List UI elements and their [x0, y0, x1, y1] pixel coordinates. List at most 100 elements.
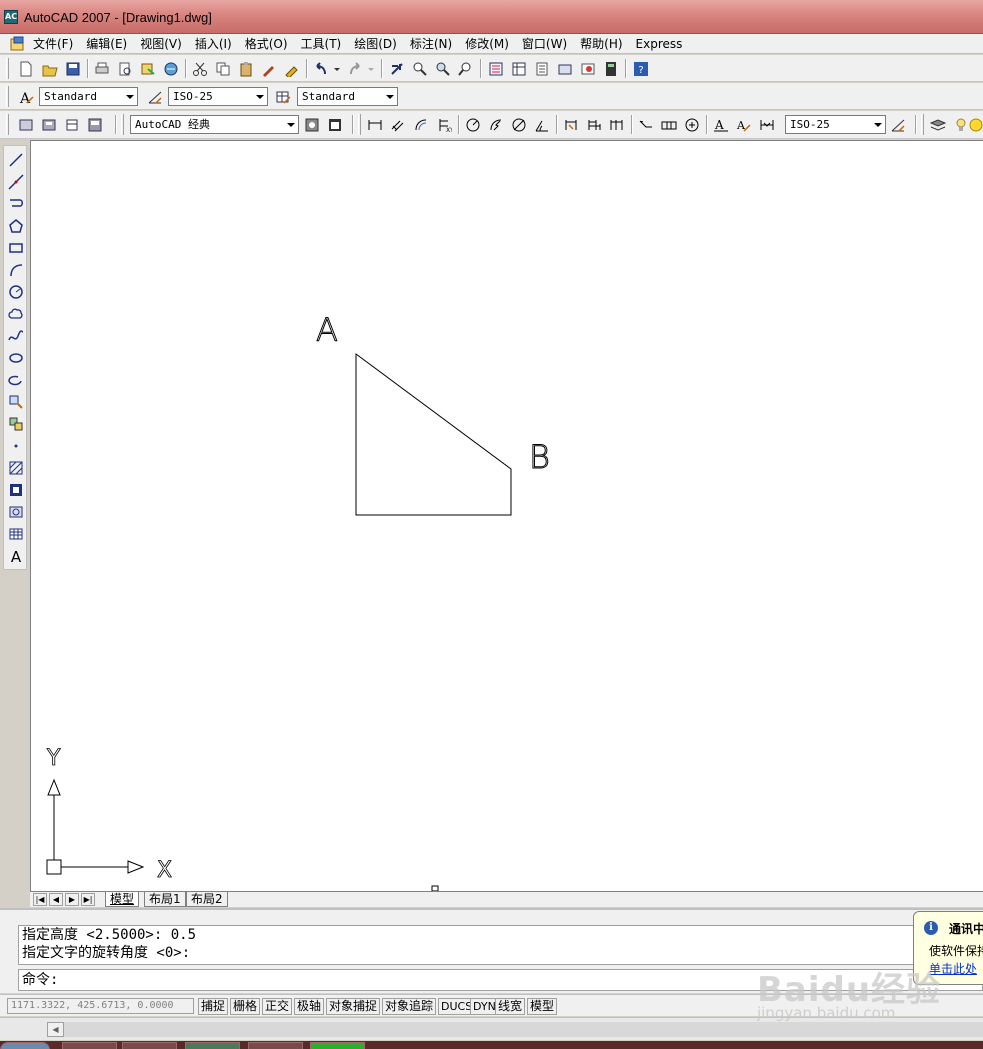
dimension-style-manager-icon[interactable] [888, 115, 908, 134]
toggle-otrack[interactable]: 对象追踪 [382, 998, 437, 1015]
toggle-polar[interactable]: 极轴 [294, 998, 325, 1015]
print-preview-icon[interactable] [115, 59, 135, 78]
previous-tab-icon[interactable]: ◀ [49, 893, 63, 906]
open-icon[interactable] [40, 59, 60, 78]
table-icon[interactable] [6, 524, 26, 544]
continue-dimension-icon[interactable] [607, 115, 627, 134]
autocad-app-icon[interactable]: AC [4, 10, 18, 24]
calculator-icon[interactable] [601, 59, 621, 78]
point-icon[interactable] [6, 436, 26, 456]
first-tab-icon[interactable]: |◀ [33, 893, 47, 906]
revision-cloud-icon[interactable] [6, 304, 26, 324]
diameter-dimension-icon[interactable] [509, 115, 529, 134]
dimension-edit-icon[interactable]: A [711, 115, 731, 134]
coordinate-display[interactable]: 1171.3322, 425.6713, 0.0000 [7, 998, 194, 1014]
dimension-style-control-select[interactable]: ISO-25 [785, 115, 886, 134]
toolbar-grip[interactable] [121, 114, 124, 135]
angular-dimension-icon[interactable] [532, 115, 552, 134]
toolbar-grip[interactable] [6, 114, 9, 135]
notification-balloon[interactable]: i 通讯中 使软件保持 单击此处 [913, 911, 983, 985]
polygon-icon[interactable] [6, 216, 26, 236]
menu-window[interactable]: 窗口(W) [522, 36, 567, 52]
workspace-layout-icon[interactable] [62, 115, 82, 134]
menu-format[interactable]: 格式(O) [245, 36, 288, 52]
menu-edit[interactable]: 编辑(E) [86, 36, 127, 52]
label-b[interactable]: B [529, 438, 551, 477]
aligned-dimension-icon[interactable] [388, 115, 408, 134]
ordinate-dimension-icon[interactable]: XY [434, 115, 454, 134]
region-icon[interactable] [6, 502, 26, 522]
3d-dwf-icon[interactable] [161, 59, 181, 78]
menu-express[interactable]: Express [636, 36, 683, 52]
menu-file[interactable]: 文件(F) [33, 36, 73, 52]
dimension-update-icon[interactable] [757, 115, 777, 134]
notification-link[interactable]: 单击此处 [929, 960, 977, 977]
pan-realtime-icon[interactable] [387, 59, 407, 78]
arc-length-icon[interactable] [411, 115, 431, 134]
publish-icon[interactable] [138, 59, 158, 78]
polyline-icon[interactable] [6, 194, 26, 214]
toggle-osnap[interactable]: 对象捕捉 [326, 998, 381, 1015]
start-button[interactable] [0, 1042, 50, 1049]
construction-line-icon[interactable] [6, 172, 26, 192]
rectangle-icon[interactable] [6, 238, 26, 258]
menu-tools[interactable]: 工具(T) [301, 36, 342, 52]
my-workspace-icon[interactable] [325, 115, 345, 134]
toolbar-grip[interactable] [358, 114, 361, 135]
zoom-realtime-icon[interactable] [410, 59, 430, 78]
multiline-text-icon[interactable]: A [6, 546, 26, 566]
undo-dropdown-icon[interactable] [331, 59, 343, 78]
match-properties-icon[interactable] [259, 59, 279, 78]
cut-icon[interactable] [190, 59, 210, 78]
scroll-left-icon[interactable]: ◀ [47, 1022, 64, 1037]
tolerance-icon[interactable] [659, 115, 679, 134]
horizontal-scrollbar[interactable]: ◀ [0, 1017, 983, 1040]
sun-icon[interactable] [967, 115, 983, 134]
next-tab-icon[interactable]: ▶ [65, 893, 79, 906]
text-style-icon[interactable]: A [16, 87, 36, 106]
sheet-set-icon[interactable] [555, 59, 575, 78]
toggle-lineweight[interactable]: 线宽 [495, 998, 526, 1015]
drawing-canvas[interactable]: A B Y X [30, 140, 983, 892]
command-input[interactable]: 命令: [18, 969, 983, 991]
toggle-snap[interactable]: 捕捉 [198, 998, 229, 1015]
quick-dimension-icon[interactable] [561, 115, 581, 134]
ellipse-icon[interactable] [6, 348, 26, 368]
spline-icon[interactable] [6, 326, 26, 346]
help-icon[interactable]: ? [631, 59, 651, 78]
linear-dimension-icon[interactable] [365, 115, 385, 134]
menu-dimension[interactable]: 标注(N) [410, 36, 452, 52]
taskbar-button[interactable] [310, 1042, 365, 1049]
workspace-toolbars-icon[interactable] [85, 115, 105, 134]
toggle-grid[interactable]: 栅格 [230, 998, 261, 1015]
insert-block-icon[interactable] [6, 392, 26, 412]
arc-icon[interactable] [6, 260, 26, 280]
design-center-icon[interactable] [509, 59, 529, 78]
block-editor-icon[interactable] [282, 59, 302, 78]
drawn-polygon[interactable] [355, 353, 512, 516]
text-style-select[interactable]: Standard [39, 87, 138, 106]
ellipse-arc-icon[interactable] [6, 370, 26, 390]
baseline-dimension-icon[interactable] [584, 115, 604, 134]
radius-dimension-icon[interactable] [463, 115, 483, 134]
menu-help[interactable]: 帮助(H) [580, 36, 622, 52]
dimension-style-icon[interactable] [145, 87, 165, 106]
circle-icon[interactable] [6, 282, 26, 302]
toolbar-grip[interactable] [921, 114, 924, 135]
properties-icon[interactable] [486, 59, 506, 78]
toolbar-grip[interactable] [6, 58, 9, 79]
redo-dropdown-icon[interactable] [365, 59, 377, 78]
line-icon[interactable] [6, 150, 26, 170]
new-icon[interactable] [16, 59, 36, 78]
tab-model[interactable]: 模型 [105, 892, 140, 907]
workspace-settings-icon[interactable] [16, 115, 36, 134]
menu-view[interactable]: 视图(V) [140, 36, 182, 52]
jogged-dimension-icon[interactable] [486, 115, 506, 134]
taskbar-button[interactable] [185, 1042, 240, 1049]
workspace-settings-gear-icon[interactable] [302, 115, 322, 134]
redo-icon[interactable] [345, 59, 365, 78]
title-bar[interactable]: AC AutoCAD 2007 - [Drawing1.dwg] [0, 0, 983, 34]
layer-manager-icon[interactable] [928, 115, 948, 134]
zoom-window-icon[interactable] [433, 59, 453, 78]
scrollbar-track[interactable] [64, 1022, 983, 1037]
